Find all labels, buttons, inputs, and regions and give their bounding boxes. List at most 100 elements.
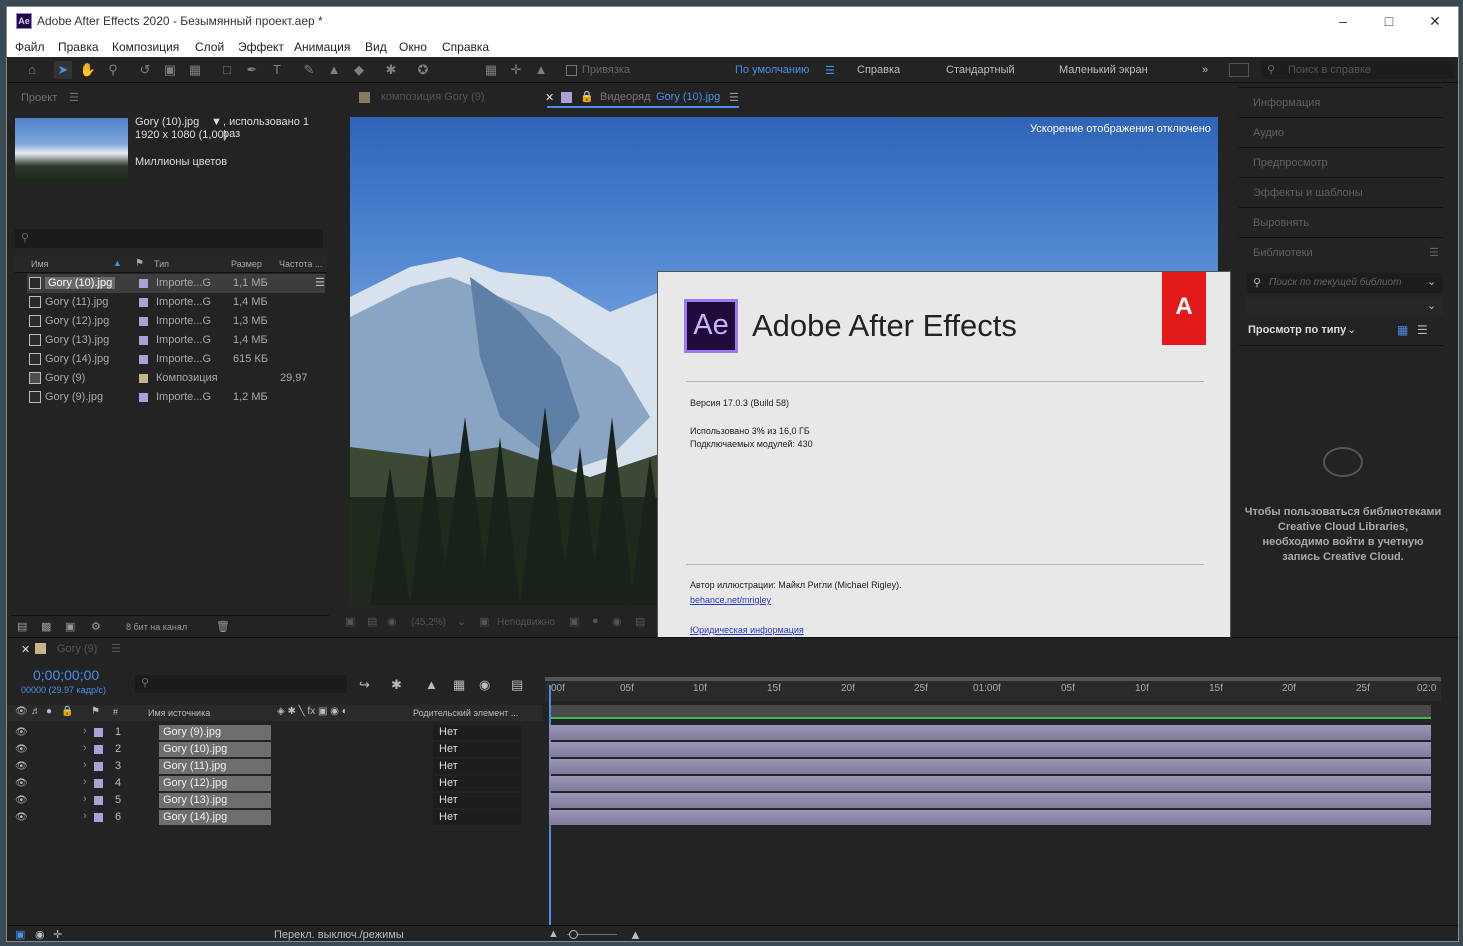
layer-name[interactable]: Gory (11).jpg [159, 759, 271, 774]
zoom-dropdown[interactable]: (45,2%) [411, 617, 446, 628]
draft-3d-icon[interactable]: ✱ [391, 677, 402, 693]
layer-name[interactable]: Gory (10).jpg [159, 742, 271, 757]
preview-icon[interactable]: ◉ [387, 615, 397, 628]
project-settings-icon[interactable]: ⚙ [91, 620, 101, 633]
panel-menu-icon[interactable]: ☰ [729, 91, 739, 104]
chevron-right-icon[interactable]: › [83, 725, 87, 737]
label-swatch[interactable] [94, 796, 103, 805]
rotate-tool-icon[interactable]: ↺ [136, 61, 154, 79]
parent-dropdown[interactable]: Нет [433, 742, 521, 757]
toggle-switches-modes[interactable]: Перекл. выключ./режимы [274, 929, 404, 941]
brush-tool-icon[interactable]: ✎ [300, 61, 318, 79]
rectangle-tool-icon[interactable]: □ [218, 61, 236, 79]
label-swatch[interactable] [94, 779, 103, 788]
view-by-type[interactable]: Просмотр по типу [1248, 324, 1346, 336]
project-item[interactable]: Gory (9) Композиция 29,97 [27, 369, 327, 388]
snapshot-icon[interactable]: ▤ [367, 615, 377, 628]
chevron-right-icon[interactable]: › [83, 742, 87, 754]
project-tab[interactable]: Проект [21, 92, 57, 104]
col-size[interactable]: Размер [231, 259, 262, 269]
clone-stamp-tool-icon[interactable]: ▲ [325, 61, 343, 79]
pan-behind-tool-icon[interactable]: ▦ [186, 61, 204, 79]
menu-animation[interactable]: Анимация [294, 40, 350, 54]
workspace-menu-icon[interactable]: ☰ [825, 64, 835, 77]
close-tab-icon[interactable]: ✕ [21, 643, 30, 656]
close-tab-icon[interactable]: ✕ [545, 91, 554, 104]
shy-layers-icon[interactable]: ▲ [425, 677, 438, 692]
interpret-footage-icon[interactable]: ▤ [17, 620, 27, 633]
layer-bar[interactable] [549, 776, 1431, 791]
color-channels-icon[interactable]: ● [592, 615, 599, 627]
panel-menu-icon[interactable]: ☰ [1429, 246, 1439, 259]
work-area-bar[interactable] [545, 677, 1441, 681]
chevron-right-icon[interactable]: › [83, 776, 87, 788]
parent-header[interactable]: Родительский элемент ... [413, 708, 518, 718]
label-swatch[interactable] [139, 393, 148, 402]
new-composition-icon[interactable]: ▣ [65, 620, 75, 633]
menu-layer[interactable]: Слой [195, 40, 224, 54]
label-swatch[interactable] [139, 298, 148, 307]
zoom-slider-handle[interactable] [569, 930, 578, 939]
eye-icon[interactable]: 👁 [15, 727, 28, 738]
label-swatch[interactable] [94, 762, 103, 771]
panel-align[interactable]: Выровнять [1253, 217, 1309, 229]
footage-tab-name[interactable]: Gory (10).jpg [656, 91, 720, 103]
eraser-tool-icon[interactable]: ◆ [350, 61, 368, 79]
menu-effect[interactable]: Эффект [238, 40, 284, 54]
panel-effects-presets[interactable]: Эффекты и шаблоны [1253, 187, 1363, 199]
workspace-default[interactable]: По умолчанию [735, 64, 809, 76]
render-time-icon[interactable]: ◉ [35, 928, 45, 941]
layer-name[interactable]: Gory (13).jpg [159, 793, 271, 808]
workspace-small-screen[interactable]: Маленький экран [1059, 64, 1148, 76]
camera-icon[interactable]: ▣ [569, 615, 579, 628]
menu-window[interactable]: Окно [399, 40, 427, 54]
frame-icon[interactable]: ▣ [479, 615, 489, 628]
project-item[interactable]: Gory (10).jpg Importe...G 1,1 МБ ☰ [27, 274, 325, 293]
chevron-right-icon[interactable]: › [83, 759, 87, 771]
eye-icon[interactable]: 👁 [15, 761, 28, 772]
project-search-input[interactable]: ⚲ [15, 229, 323, 248]
layer-row[interactable]: 👁 › 2 Gory (10).jpg Нет [7, 741, 1447, 758]
close-button[interactable]: ✕ [1425, 12, 1445, 30]
panel-info[interactable]: Информация [1253, 97, 1320, 109]
about-dialog[interactable]: Ae Adobe After Effects A Версия 17.0.3 (… [657, 271, 1231, 665]
menu-help[interactable]: Справка [442, 40, 489, 54]
grid-view-icon[interactable]: ▦ [1397, 323, 1408, 337]
axis-world-icon[interactable]: ✛ [507, 61, 525, 79]
layer-row[interactable]: 👁 › 1 Gory (9).jpg Нет [7, 724, 1447, 741]
panel-menu-icon[interactable]: ☰ [111, 642, 121, 655]
audio-icon[interactable]: ♬ [31, 706, 41, 717]
parent-dropdown[interactable]: Нет [433, 776, 521, 791]
panel-preview[interactable]: Предпросмотр [1253, 157, 1328, 169]
workspace-standard[interactable]: Стандартный [946, 64, 1015, 76]
menu-edit[interactable]: Правка [58, 40, 99, 54]
timeline-comp-tab[interactable]: Gory (9) [57, 643, 97, 655]
sync-icon[interactable] [1229, 63, 1249, 77]
chevron-right-icon[interactable]: › [83, 810, 87, 822]
sort-asc-icon[interactable]: ▲ [113, 258, 122, 268]
project-item[interactable]: Gory (12).jpg Importe...G 1,3 МБ [27, 312, 327, 331]
layer-row[interactable]: 👁 › 3 Gory (11).jpg Нет [7, 758, 1447, 775]
zoom-tool-icon[interactable]: ⚲ [104, 61, 122, 79]
layer-name[interactable]: Gory (12).jpg [159, 776, 271, 791]
zoom-in-icon[interactable]: ▲ [629, 927, 642, 941]
project-item[interactable]: Gory (13).jpg Importe...G 1,4 МБ [27, 331, 327, 350]
project-item[interactable]: Gory (11).jpg Importe...G 1,4 МБ [27, 293, 327, 312]
chevron-right-icon[interactable]: › [83, 793, 87, 805]
snap-checkbox[interactable] [566, 65, 577, 76]
label-swatch[interactable] [139, 317, 148, 326]
current-timecode[interactable]: 0;00;00;00 [33, 667, 99, 683]
eye-icon[interactable]: 👁 [15, 744, 28, 755]
chevron-down-icon[interactable]: ⌄ [1427, 275, 1436, 288]
parent-dropdown[interactable]: Нет [433, 759, 521, 774]
maximize-button[interactable]: □ [1379, 12, 1399, 30]
work-area-range[interactable] [549, 705, 1431, 719]
type-tool-icon[interactable]: T [268, 61, 286, 79]
layer-row[interactable]: 👁 › 6 Gory (14).jpg Нет [7, 809, 1447, 826]
panel-libraries[interactable]: Библиотеки [1253, 247, 1313, 259]
puppet-pin-tool-icon[interactable]: ✪ [414, 61, 432, 79]
list-view-icon[interactable]: ☰ [1417, 323, 1428, 337]
graph-editor-icon[interactable]: ▤ [511, 677, 523, 693]
panel-audio[interactable]: Аудио [1253, 127, 1284, 139]
usage-dropdown-icon[interactable]: ▼ [211, 116, 222, 128]
